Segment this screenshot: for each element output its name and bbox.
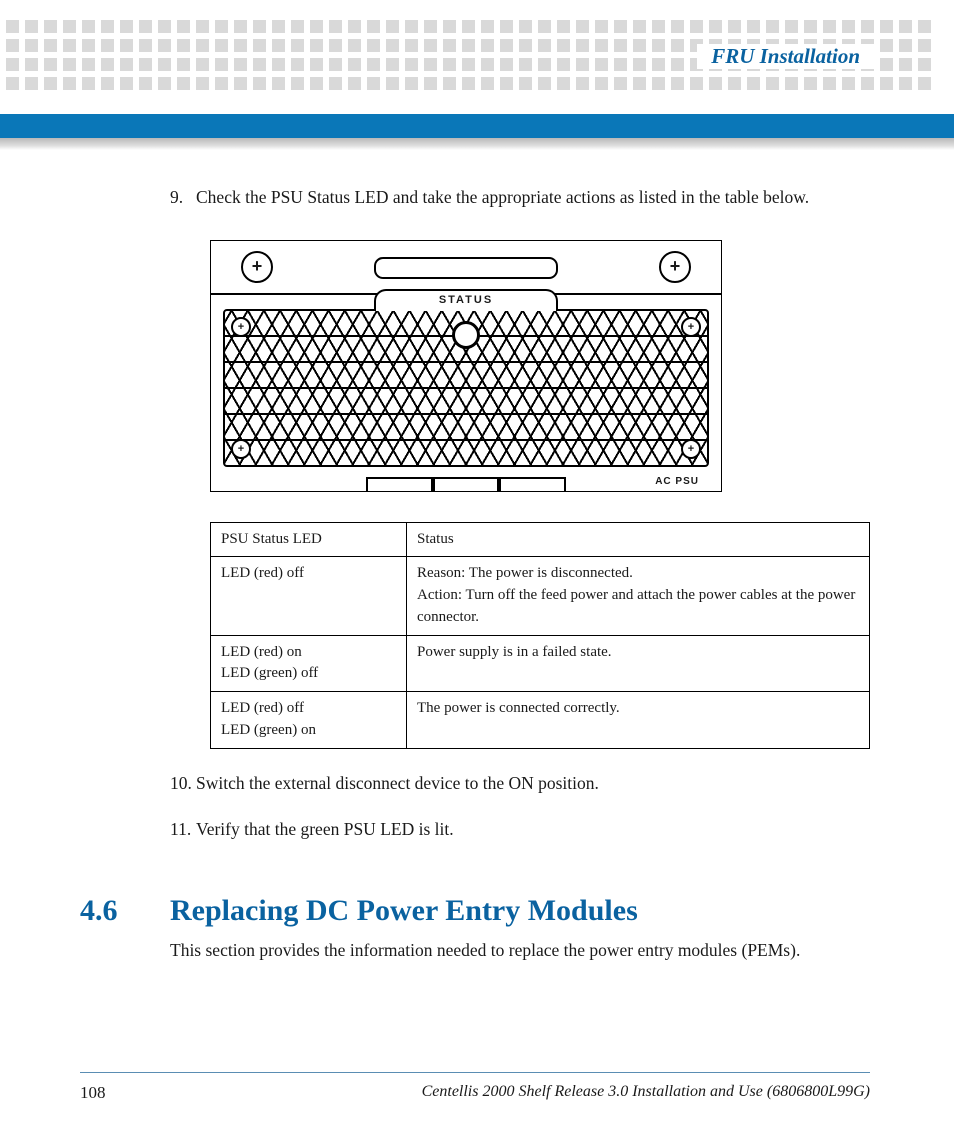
screw-icon: + — [681, 439, 701, 459]
step-text: Verify that the green PSU LED is lit. — [196, 817, 454, 842]
step-number: 9. — [170, 185, 196, 210]
table-header: Status — [407, 522, 870, 557]
page-number: 108 — [80, 1083, 106, 1103]
section-number: 4.6 — [80, 894, 170, 928]
step-number: 11. — [170, 817, 196, 842]
screw-icon: + — [231, 317, 251, 337]
handle-slot-icon — [374, 257, 558, 279]
screw-icon: + — [241, 251, 273, 283]
header-blue-bar — [0, 114, 954, 138]
page-footer: 108 Centellis 2000 Shelf Release 3.0 Ins… — [80, 1072, 870, 1103]
bottom-tabs-icon — [366, 477, 566, 491]
table-cell: LED (red) off — [211, 557, 407, 635]
step-text: Switch the external disconnect device to… — [196, 771, 599, 796]
table-cell: Reason: The power is disconnected. Actio… — [407, 557, 870, 635]
table-cell: Power supply is in a failed state. — [407, 635, 870, 692]
fan-grille-icon: + + + + — [223, 309, 709, 467]
table-cell: LED (red) off LED (green) on — [211, 692, 407, 749]
screw-icon: + — [681, 317, 701, 337]
cell-line: LED (red) off — [221, 698, 396, 720]
step-text: Check the PSU Status LED and take the ap… — [196, 185, 809, 210]
step-number: 10. — [170, 771, 196, 796]
psu-status-table: PSU Status LED Status LED (red) off Reas… — [210, 522, 870, 749]
step-9: 9. Check the PSU Status LED and take the… — [170, 185, 870, 210]
step-10: 10.Switch the external disconnect device… — [170, 771, 870, 796]
cell-line: LED (green) on — [221, 720, 396, 742]
table-row: LED (red) off Reason: The power is disco… — [211, 557, 870, 635]
section-body: This section provides the information ne… — [170, 938, 870, 963]
header-gray-beam — [0, 138, 954, 150]
section-title: Replacing DC Power Entry Modules — [170, 894, 638, 928]
table-row: LED (red) on LED (green) off Power suppl… — [211, 635, 870, 692]
table-row: LED (red) off LED (green) on The power i… — [211, 692, 870, 749]
status-label: STATUS — [374, 289, 558, 311]
psu-figure: + + STATUS + + + + AC PSU — [210, 240, 722, 492]
table-cell: LED (red) on LED (green) off — [211, 635, 407, 692]
table-header: PSU Status LED — [211, 522, 407, 557]
screw-icon: + — [231, 439, 251, 459]
page-header-title: FRU Installation — [697, 44, 874, 69]
psu-model-label: AC PSU — [655, 476, 699, 487]
cell-line: Action: Turn off the feed power and atta… — [417, 585, 859, 629]
document-title: Centellis 2000 Shelf Release 3.0 Install… — [422, 1083, 870, 1103]
fan-hub-icon — [452, 321, 480, 349]
table-header-row: PSU Status LED Status — [211, 522, 870, 557]
step-11: 11.Verify that the green PSU LED is lit. — [170, 817, 870, 842]
cell-line: LED (red) on — [221, 642, 396, 664]
cell-line: LED (green) off — [221, 663, 396, 685]
section-heading: 4.6 Replacing DC Power Entry Modules — [80, 894, 870, 928]
screw-icon: + — [659, 251, 691, 283]
table-cell: The power is connected correctly. — [407, 692, 870, 749]
cell-line: Reason: The power is disconnected. — [417, 563, 859, 585]
